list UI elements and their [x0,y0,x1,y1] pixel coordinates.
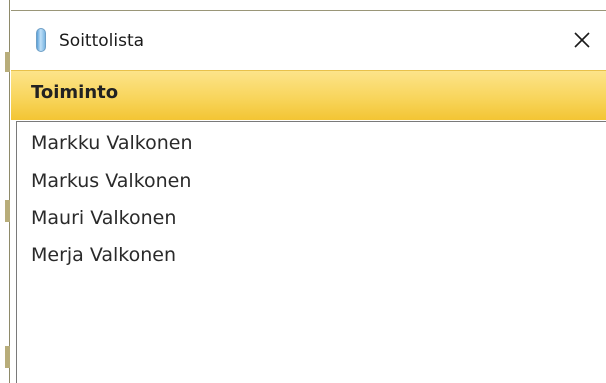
list-item[interactable]: Markus Valkonen [31,169,191,193]
frame-notch [5,200,10,222]
window-title: Soittolista [59,31,145,51]
menu-item-toiminto[interactable]: Toiminto [31,82,118,104]
window-frame-edge [0,0,10,383]
list-item[interactable]: Mauri Valkonen [31,206,176,230]
contact-list[interactable]: Markku Valkonen Markus Valkonen Mauri Va… [16,121,606,383]
list-item[interactable]: Merja Valkonen [31,243,176,267]
frame-notch [5,346,10,368]
close-icon [574,32,590,48]
title-bar[interactable]: Soittolista [11,10,606,70]
menu-bar: Toiminto [11,70,606,120]
list-item[interactable]: Markku Valkonen [31,131,193,155]
playlist-window: Soittolista Toiminto Markku Valkonen Mar… [0,0,606,383]
frame-notch [5,52,10,72]
app-icon [36,28,46,52]
close-button[interactable] [560,19,606,61]
